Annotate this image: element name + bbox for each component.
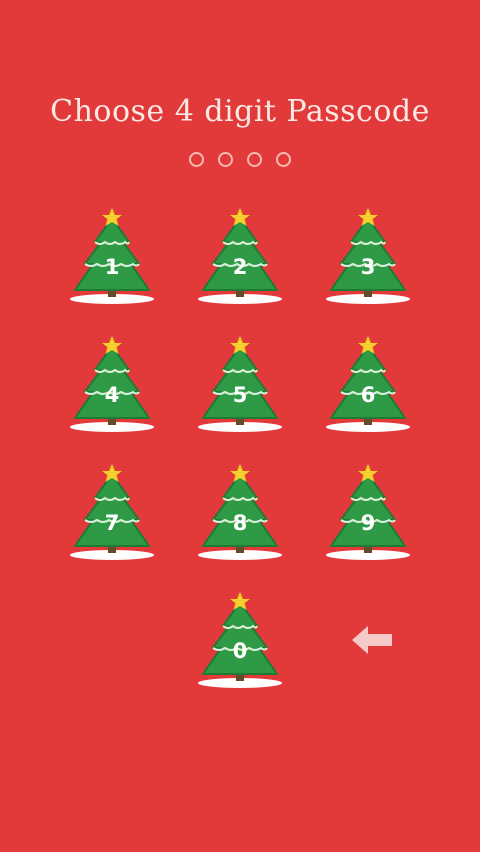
key-2-button[interactable]: 2 <box>195 206 285 306</box>
key-7-button[interactable]: 7 <box>67 462 157 562</box>
key-3-button[interactable]: 3 <box>323 206 413 306</box>
key-digit-label: 4 <box>104 383 120 407</box>
passcode-indicator <box>0 152 480 167</box>
key-digit-label: 8 <box>232 511 248 535</box>
key-4-button[interactable]: 4 <box>67 334 157 434</box>
key-digit-label: 9 <box>360 511 376 535</box>
passcode-dot <box>247 152 262 167</box>
passcode-dot <box>189 152 204 167</box>
key-digit-label: 6 <box>360 383 376 407</box>
key-digit-label: 1 <box>104 255 120 279</box>
passcode-dot <box>276 152 291 167</box>
key-digit-label: 2 <box>232 255 248 279</box>
key-6-button[interactable]: 6 <box>323 334 413 434</box>
key-digit-label: 3 <box>360 255 376 279</box>
key-digit-label: 0 <box>232 639 248 663</box>
page-title: Choose 4 digit Passcode <box>50 94 430 129</box>
key-9-button[interactable]: 9 <box>323 462 413 562</box>
key-digit-label: 5 <box>232 383 248 407</box>
passcode-dot <box>218 152 233 167</box>
backspace-button[interactable] <box>350 622 396 658</box>
key-0-button[interactable]: 0 <box>195 590 285 690</box>
key-1-button[interactable]: 1 <box>67 206 157 306</box>
key-8-button[interactable]: 8 <box>195 462 285 562</box>
key-digit-label: 7 <box>104 511 120 535</box>
key-5-button[interactable]: 5 <box>195 334 285 434</box>
arrow-left-icon <box>352 626 392 654</box>
